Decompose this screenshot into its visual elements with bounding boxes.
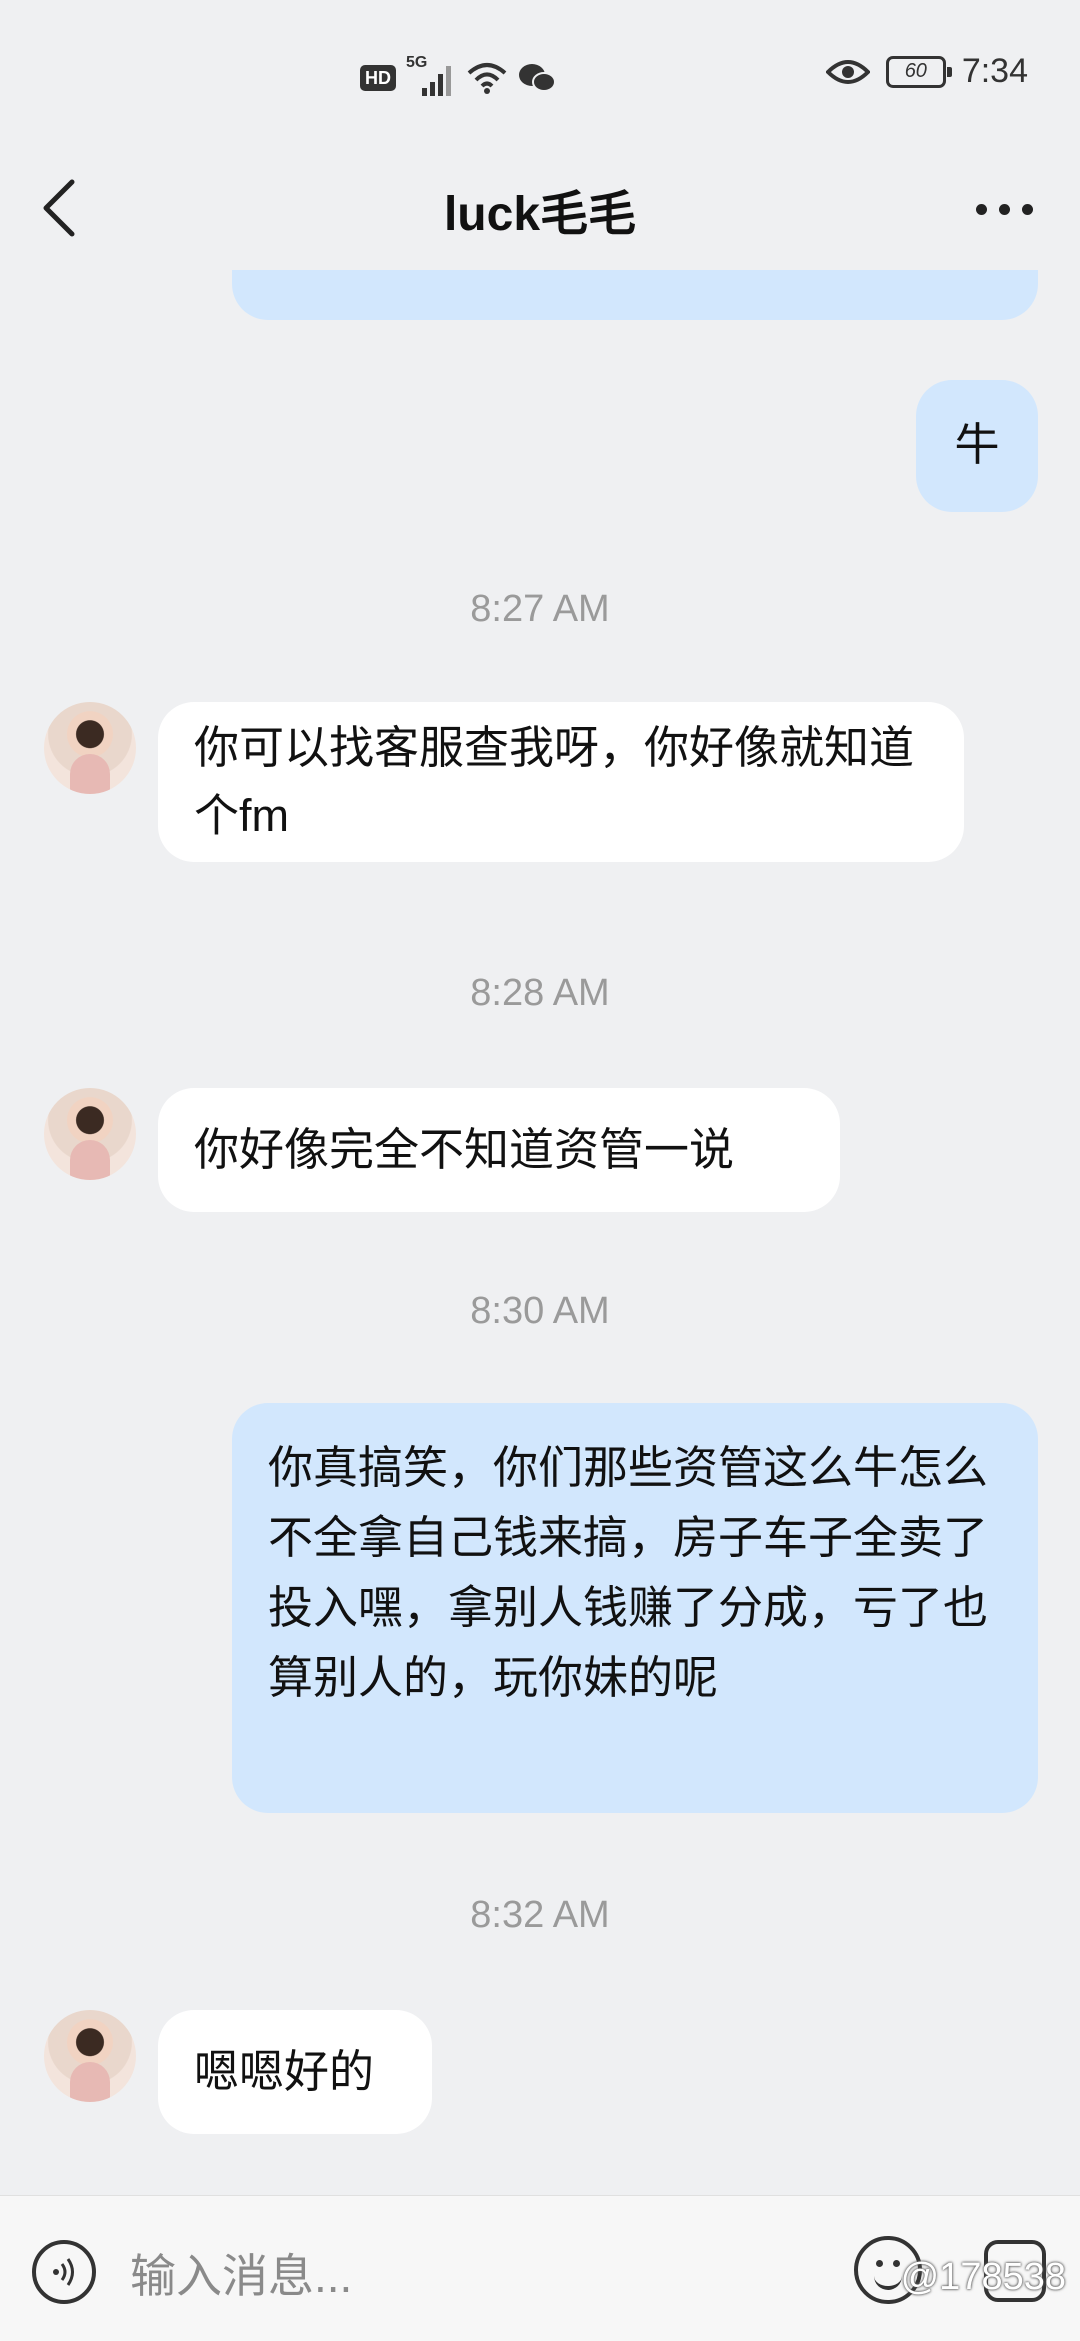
signal-icon: 5G [406,54,456,98]
message-bubble-incoming[interactable]: 你好像完全不知道资管一说 [158,1088,840,1212]
voice-button[interactable] [32,2240,96,2304]
battery-icon: 60 [885,55,952,88]
avatar[interactable] [44,1088,136,1180]
more-dot-icon [975,203,987,215]
hd-badge: HD [360,65,396,91]
timestamp: 8:27 AM [470,588,610,630]
battery-level: 60 [904,60,927,82]
message-text: 你好像完全不知道资管一说 [194,1124,735,1175]
voice-icon [53,2258,74,2286]
chat-header: luck毛毛 [0,150,1080,270]
wechat-icon [519,64,556,92]
message-text: 牛 [954,419,1000,470]
eye-icon [825,59,870,84]
input-bar: 输入消息... @178538 [0,2195,1080,2341]
status-bar: HD 5G 60 7:34 [0,0,1080,150]
message-list[interactable]: 牛 8:27 AM 你可以找客服查我呀，你好像就知道个fm 8:28 AM 你好… [0,270,1080,2195]
timestamp: 8:28 AM [470,972,610,1014]
more-dot-icon [998,203,1010,215]
chat-title: luck毛毛 [443,188,637,241]
watermark: @178538 [900,2256,1066,2298]
message-input[interactable]: 输入消息... [130,2240,352,2306]
message-bubble-incoming[interactable]: 嗯嗯好的 [158,2010,432,2134]
timestamp: 8:32 AM [470,1894,610,1936]
more-dot-icon [1021,203,1033,215]
message-text: 嗯嗯好的 [194,2046,375,2097]
smile-icon [874,2272,902,2290]
message-text: 你真搞笑，你们那些资管这么牛怎么不全拿自己钱来搞，房子车子全卖了投入嘿，拿别人钱… [268,1442,989,1703]
message-bubble-incoming[interactable]: 你可以找客服查我呀，你好像就知道个fm [158,702,964,862]
message-bubble-outgoing[interactable]: 你真搞笑，你们那些资管这么牛怎么不全拿自己钱来搞，房子车子全卖了投入嘿，拿别人钱… [232,1403,1038,1813]
network-type: 5G [406,54,428,71]
status-left: HD 5G [360,54,556,98]
avatar[interactable] [44,2010,136,2102]
timestamp: 8:30 AM [470,1290,610,1332]
avatar[interactable] [44,702,136,794]
wifi-icon [467,63,507,94]
message-text: 你可以找客服查我呀，你好像就知道个fm [194,722,915,841]
message-bubble-outgoing[interactable]: 牛 [916,380,1038,512]
clock: 7:34 [961,52,1028,90]
status-right: 60 7:34 [825,52,1028,91]
message-bubble-outgoing-partial[interactable] [232,270,1038,320]
more-options-button[interactable] [964,174,1044,244]
